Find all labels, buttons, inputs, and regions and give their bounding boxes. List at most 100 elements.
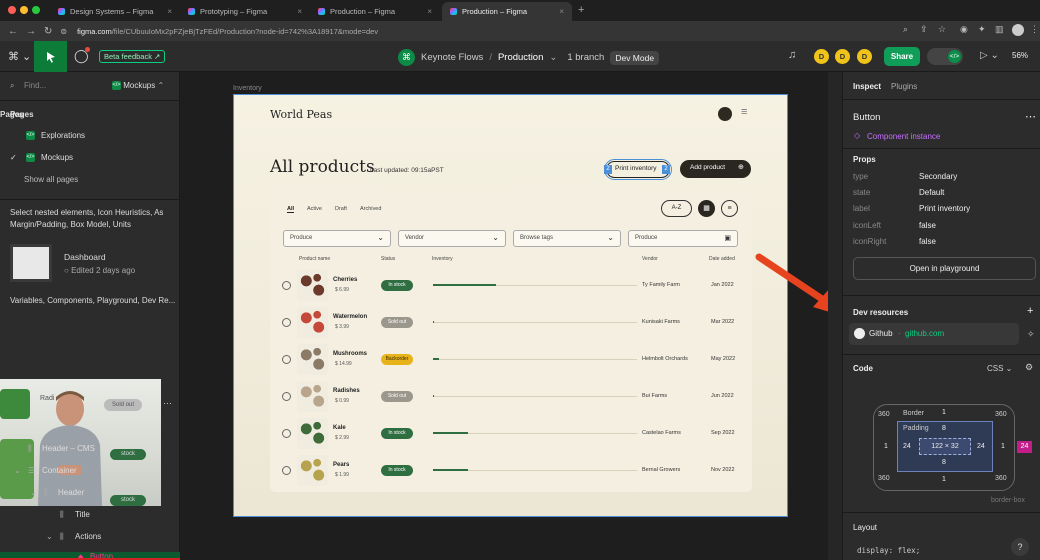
resource-link[interactable]: github.com (905, 329, 944, 338)
bookmark-star-icon[interactable]: ☆ (938, 24, 946, 35)
github-resource-row[interactable]: Github · github.com (849, 323, 1019, 345)
frame-label[interactable]: Inventory (233, 85, 262, 92)
vendor-filter[interactable]: Vendor ⌄ (398, 230, 506, 247)
code-language-select[interactable]: CSS ⌄ (987, 364, 1012, 373)
dev-mode-toggle[interactable]: </> (927, 48, 963, 65)
more-icon[interactable]: ⋯ (163, 398, 172, 409)
code-icon: </> (112, 81, 121, 91)
tags-filter[interactable]: Browse tags ⌄ (513, 230, 621, 247)
produce-filter[interactable]: Produce ⌄ (283, 230, 391, 247)
tab-inspect[interactable]: Inspect (853, 82, 881, 91)
close-icon[interactable]: × (297, 7, 302, 16)
zoom-level[interactable]: 56% (1012, 51, 1028, 60)
sidebar-icon[interactable]: ▥ (995, 24, 1004, 35)
section-title[interactable]: Variables, Components, Playground, Dev R… (10, 296, 178, 305)
zoom-icon[interactable]: ⌕ (903, 24, 908, 35)
row-checkbox[interactable] (282, 392, 291, 401)
project-name[interactable]: Keynote Flows (421, 52, 483, 63)
page-selector[interactable]: </> Mockups ⌃ (112, 81, 164, 91)
site-info-icon[interactable]: ⊜ (60, 27, 67, 36)
help-icon[interactable]: ? (1011, 538, 1029, 556)
date-added: May 2022 (711, 356, 736, 362)
url-host: figma.com (77, 26, 112, 36)
table-row[interactable]: Mushrooms $ 14.99 Backorder Helmbolt Orchar… (270, 344, 752, 376)
section-title[interactable]: Margin/Padding, Box Model, Units (10, 220, 178, 229)
row-checkbox[interactable] (282, 429, 291, 438)
extension-icon[interactable]: ◉ (960, 24, 968, 35)
list-view-icon[interactable]: ≡ (721, 200, 738, 217)
puzzle-icon[interactable]: ✦ (978, 24, 986, 35)
dashboard-title[interactable]: Dashboard (64, 252, 174, 262)
avatar[interactable]: D (835, 49, 850, 64)
reload-icon[interactable]: ↻ (44, 26, 52, 37)
avatar[interactable] (718, 107, 732, 121)
avatar[interactable]: D (857, 49, 872, 64)
design-canvas[interactable]: Inventory CM World Peas ≡ All products L… (181, 72, 842, 560)
row-checkbox[interactable] (282, 281, 291, 290)
show-all-pages-link[interactable]: Show all pages (24, 175, 164, 184)
back-icon[interactable]: ← (8, 26, 18, 37)
sort-button[interactable]: A-Z (661, 200, 692, 217)
minimize-window-button[interactable] (20, 6, 28, 14)
dashboard-thumbnail[interactable] (10, 244, 52, 282)
file-name[interactable]: Production (498, 52, 543, 63)
table-row[interactable]: Pears $ 1.99 In stock Bernal Growers Nov 202… (270, 455, 752, 487)
row-checkbox[interactable] (282, 355, 291, 364)
beta-feedback-button[interactable]: Beta feedback ↗ (99, 50, 166, 63)
browser-menu-icon[interactable]: ⋮ (1030, 24, 1039, 35)
menu-icon[interactable]: ≡ (741, 106, 747, 118)
component-instance-link[interactable]: Component instance (867, 132, 940, 141)
table-row[interactable]: Kale $ 2.99 In stock Castelao Farms Sep 2022 (270, 418, 752, 450)
row-checkbox[interactable] (282, 318, 291, 327)
maximize-window-button[interactable] (32, 6, 40, 14)
vendor-name: Kunisaki Farms (642, 319, 680, 325)
tab-active[interactable]: Active (307, 206, 322, 212)
tab-archived[interactable]: Archived (360, 206, 381, 212)
open-playground-button[interactable]: Open in playground (853, 257, 1036, 280)
date-filter[interactable]: Produce ▣ (628, 230, 738, 247)
figma-icon (188, 8, 195, 15)
inventory-frame[interactable]: World Peas ≡ All products Last updated: … (233, 94, 788, 517)
close-icon[interactable]: × (167, 7, 172, 16)
forward-icon[interactable]: → (26, 26, 36, 37)
find-input[interactable]: Find... (24, 81, 46, 90)
new-tab-icon[interactable]: + (578, 4, 584, 16)
cursor-icon (46, 51, 55, 63)
add-icon[interactable]: + (1027, 305, 1033, 317)
code-settings-icon[interactable]: ⚙ (1025, 362, 1033, 373)
profile-avatar[interactable] (1012, 24, 1024, 36)
row-checkbox[interactable] (282, 466, 291, 475)
more-icon[interactable]: ⋯ (1025, 110, 1036, 123)
browser-tab[interactable]: Production – Figma × (310, 2, 440, 21)
tab-all[interactable]: All (287, 206, 295, 213)
close-icon[interactable]: × (427, 7, 432, 16)
play-icon[interactable]: ▷ ⌄ (980, 50, 999, 61)
inventory-track (433, 396, 637, 397)
product-price: $ 2.99 (335, 435, 349, 441)
table-row[interactable]: Watermelon $ 3.99 Sold out Kunisaki Farms Ma… (270, 307, 752, 339)
section-title[interactable]: Select nested elements, Icon Heuristics,… (10, 208, 178, 217)
grid-view-icon[interactable]: ▦ (698, 200, 715, 217)
tab-draft[interactable]: Draft (335, 206, 347, 212)
chevron-down-icon[interactable]: ⌄ (549, 52, 557, 63)
headphones-icon[interactable]: ♫ (788, 49, 796, 61)
figma-menu-icon[interactable]: ⌘ ⌄ (8, 50, 31, 63)
share-button[interactable]: Share (884, 47, 920, 66)
resource-settings-icon[interactable]: ✧ (1027, 329, 1035, 340)
browser-tab[interactable]: Prototyping – Figma × (180, 2, 310, 21)
move-tool-button[interactable] (34, 41, 67, 72)
browser-tab-active[interactable]: Production – Figma × (442, 2, 572, 21)
print-inventory-button[interactable]: Print inventory (604, 159, 672, 180)
add-product-button[interactable]: Add product ⊕ (680, 160, 751, 178)
tab-plugins[interactable]: Plugins (891, 82, 917, 91)
url-field[interactable]: figma.com/file/CUbuuIoMx2pFZjeBjTzFEd/Pr… (77, 27, 378, 36)
browser-tab[interactable]: Design Systems – Figma × (50, 2, 180, 21)
branch-label[interactable]: 1 branch (567, 52, 604, 63)
table-row[interactable]: Radishes $ 0.99 Sold out Bui Farms Jun 2022 (270, 381, 752, 413)
avatar[interactable]: D (814, 49, 829, 64)
share-page-icon[interactable]: ⇪ (920, 24, 928, 35)
date-added: Mar 2022 (711, 319, 735, 325)
table-row[interactable]: Cherries $ 6.99 In stock Ty Family Farm Jan … (270, 270, 752, 302)
close-icon[interactable]: × (559, 7, 564, 16)
close-window-button[interactable] (8, 6, 16, 14)
